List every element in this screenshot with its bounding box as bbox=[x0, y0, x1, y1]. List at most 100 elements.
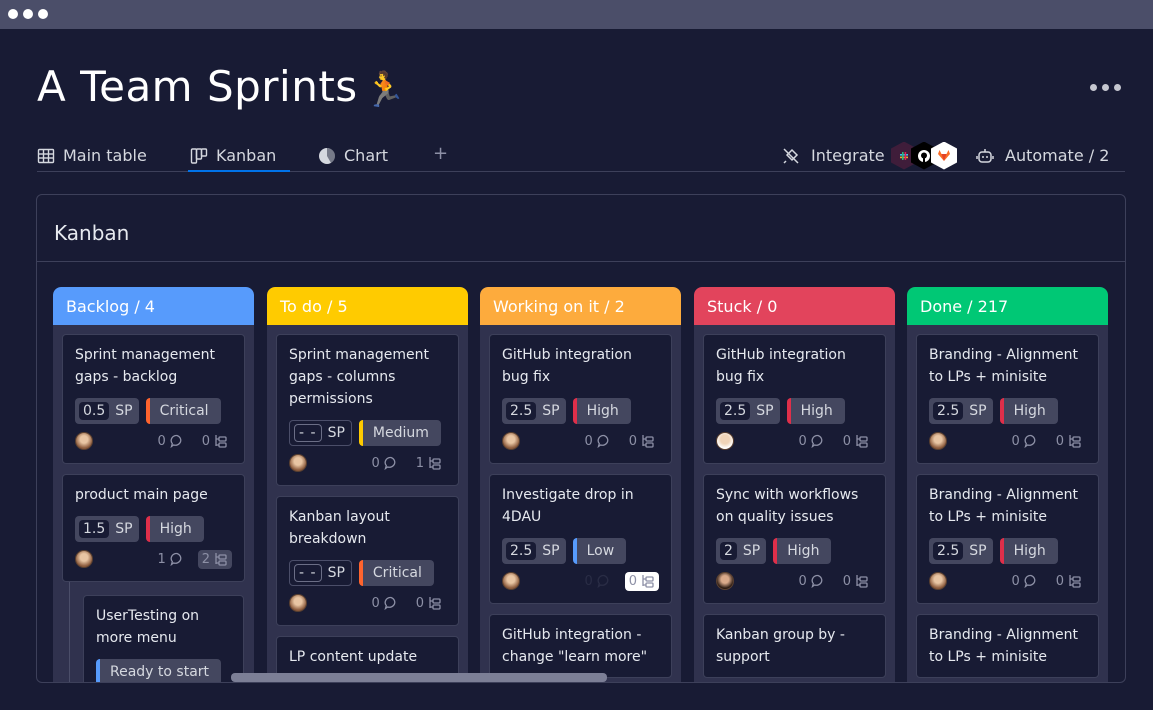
comments-count[interactable]: 0 bbox=[157, 434, 183, 449]
avatar[interactable] bbox=[502, 432, 520, 450]
comments-count[interactable]: 0 bbox=[371, 596, 397, 611]
avatar[interactable] bbox=[75, 550, 93, 568]
priority-badge[interactable]: High bbox=[999, 398, 1058, 424]
comments-count[interactable]: 0 bbox=[1011, 574, 1037, 589]
page-title-text: A Team Sprints bbox=[37, 62, 358, 111]
kanban-card[interactable]: Sync with workflows on quality issues 2S… bbox=[703, 474, 886, 604]
subitems-count[interactable]: 0 bbox=[1052, 572, 1086, 591]
avatar[interactable] bbox=[75, 432, 93, 450]
kanban-card[interactable]: Branding - Alignment to LPs + minisite 2… bbox=[916, 334, 1099, 464]
story-points-label: SP bbox=[969, 543, 987, 559]
story-points[interactable]: 2.5 SP bbox=[716, 398, 780, 424]
kanban-card[interactable]: Sprint management gaps - columns permiss… bbox=[276, 334, 459, 486]
subitems-count[interactable]: 0 bbox=[412, 594, 446, 613]
subitems-count[interactable]: 0 bbox=[1052, 432, 1086, 451]
column-header[interactable]: Backlog / 4 bbox=[53, 287, 254, 325]
horizontal-scrollbar[interactable] bbox=[231, 673, 607, 682]
subitems-count[interactable]: 0 bbox=[625, 432, 659, 451]
subitems-count[interactable]: 0 bbox=[839, 572, 873, 591]
story-points[interactable]: - - SP bbox=[289, 420, 352, 446]
priority-badge[interactable]: Critical bbox=[145, 398, 221, 424]
avatar[interactable] bbox=[929, 432, 947, 450]
runner-emoji-icon: 🏃 bbox=[363, 70, 407, 110]
priority-badge[interactable]: Critical bbox=[358, 560, 434, 586]
priority-badge[interactable]: Low bbox=[572, 538, 627, 564]
status-label: Ready to start bbox=[110, 664, 210, 680]
card-title: Sync with workflows on quality issues bbox=[716, 487, 859, 525]
status-badge[interactable]: Ready to start bbox=[96, 659, 222, 682]
story-points[interactable]: 1.5 SP bbox=[75, 516, 139, 542]
story-points[interactable]: 0.5 SP bbox=[75, 398, 139, 424]
window-titlebar bbox=[0, 0, 1153, 29]
story-points[interactable]: 2.5 SP bbox=[502, 538, 566, 564]
column-header[interactable]: Done / 217 bbox=[907, 287, 1108, 325]
avatar[interactable] bbox=[289, 454, 307, 472]
priority-badge[interactable]: Medium bbox=[358, 420, 441, 446]
integrate-button[interactable]: Integrate bbox=[781, 140, 885, 171]
add-view-button[interactable]: + bbox=[433, 143, 448, 164]
story-points[interactable]: 2.5 SP bbox=[929, 538, 993, 564]
tab-main-table[interactable]: Main table bbox=[37, 140, 147, 171]
kanban-board: Kanban Backlog / 4 Sprint management gaps… bbox=[36, 194, 1126, 683]
comments-value: 0 bbox=[371, 455, 380, 471]
comments-count[interactable]: 0 bbox=[371, 456, 397, 471]
story-points-label: SP bbox=[542, 403, 560, 419]
window-control-dot[interactable] bbox=[38, 9, 48, 19]
kanban-card[interactable]: GitHub integration - change "learn more" bbox=[489, 614, 672, 678]
story-points[interactable]: 2 SP bbox=[716, 538, 767, 564]
priority-badge[interactable]: High bbox=[145, 516, 204, 542]
subitems-count[interactable]: 0 bbox=[198, 432, 232, 451]
integration-logos[interactable] bbox=[891, 140, 957, 171]
kanban-card[interactable]: GitHub integration bug fix 2.5 SP High 0 … bbox=[703, 334, 886, 464]
subitems-count[interactable]: 2 bbox=[197, 549, 232, 569]
kanban-card[interactable]: Branding - Alignment to LPs + minisite 2… bbox=[916, 474, 1099, 604]
kanban-card[interactable]: Kanban group by - support bbox=[703, 614, 886, 678]
kanban-card[interactable]: LP content update bbox=[276, 636, 459, 678]
story-points-label: SP bbox=[969, 403, 987, 419]
comments-count[interactable]: 0 bbox=[584, 574, 610, 589]
page-title[interactable]: A Team Sprints 🏃 bbox=[37, 62, 407, 111]
comment-icon bbox=[811, 434, 823, 448]
comments-count[interactable]: 1 bbox=[157, 552, 183, 567]
avatar[interactable] bbox=[502, 572, 520, 590]
comments-count[interactable]: 0 bbox=[798, 574, 824, 589]
subitems-count[interactable]: 1 bbox=[412, 454, 446, 473]
comment-icon bbox=[597, 434, 609, 448]
priority-badge[interactable]: High bbox=[773, 538, 832, 564]
window-control-dot[interactable] bbox=[8, 9, 18, 19]
tab-chart[interactable]: Chart bbox=[318, 140, 388, 171]
kanban-card[interactable]: Kanban layout breakdown - - SP Critical 0… bbox=[276, 496, 459, 626]
tab-kanban[interactable]: Kanban bbox=[187, 140, 291, 172]
story-points[interactable]: 2.5 SP bbox=[929, 398, 993, 424]
automate-button[interactable]: Automate / 2 bbox=[975, 140, 1109, 171]
priority-label: Critical bbox=[159, 403, 209, 419]
kanban-card[interactable]: GitHub integration bug fix 2.5 SP High 0 … bbox=[489, 334, 672, 464]
avatar[interactable] bbox=[716, 572, 734, 590]
kanban-card[interactable]: UserTesting on more menu Ready to start bbox=[83, 595, 244, 682]
comments-count[interactable]: 0 bbox=[798, 434, 824, 449]
kanban-card[interactable]: Investigate drop in 4DAU 2.5 SP Low 0 0 bbox=[489, 474, 672, 604]
card-title: Branding - Alignment to LPs + minisite bbox=[929, 487, 1079, 525]
column-header[interactable]: To do / 5 bbox=[267, 287, 468, 325]
column-header[interactable]: Working on it / 2 bbox=[480, 287, 681, 325]
comments-count[interactable]: 0 bbox=[584, 434, 610, 449]
avatar[interactable] bbox=[929, 572, 947, 590]
comment-icon bbox=[170, 552, 182, 566]
more-options-button[interactable] bbox=[1090, 84, 1122, 94]
subitems-count[interactable]: 0 bbox=[624, 571, 659, 591]
avatar[interactable] bbox=[716, 432, 734, 450]
comments-value: 0 bbox=[798, 573, 807, 589]
story-points[interactable]: 2.5 SP bbox=[502, 398, 566, 424]
comments-count[interactable]: 0 bbox=[1011, 434, 1037, 449]
avatar[interactable] bbox=[289, 594, 307, 612]
priority-badge[interactable]: High bbox=[572, 398, 631, 424]
column-header[interactable]: Stuck / 0 bbox=[694, 287, 895, 325]
priority-badge[interactable]: High bbox=[999, 538, 1058, 564]
kanban-card[interactable]: Sprint management gaps - backlog 0.5 SP C… bbox=[62, 334, 245, 464]
window-control-dot[interactable] bbox=[23, 9, 33, 19]
story-points[interactable]: - - SP bbox=[289, 560, 352, 586]
kanban-card[interactable]: product main page 1.5 SP High 1 2 bbox=[62, 474, 245, 582]
kanban-card[interactable]: Branding - Alignment to LPs + minisite bbox=[916, 614, 1099, 678]
subitems-count[interactable]: 0 bbox=[839, 432, 873, 451]
priority-badge[interactable]: High bbox=[786, 398, 845, 424]
